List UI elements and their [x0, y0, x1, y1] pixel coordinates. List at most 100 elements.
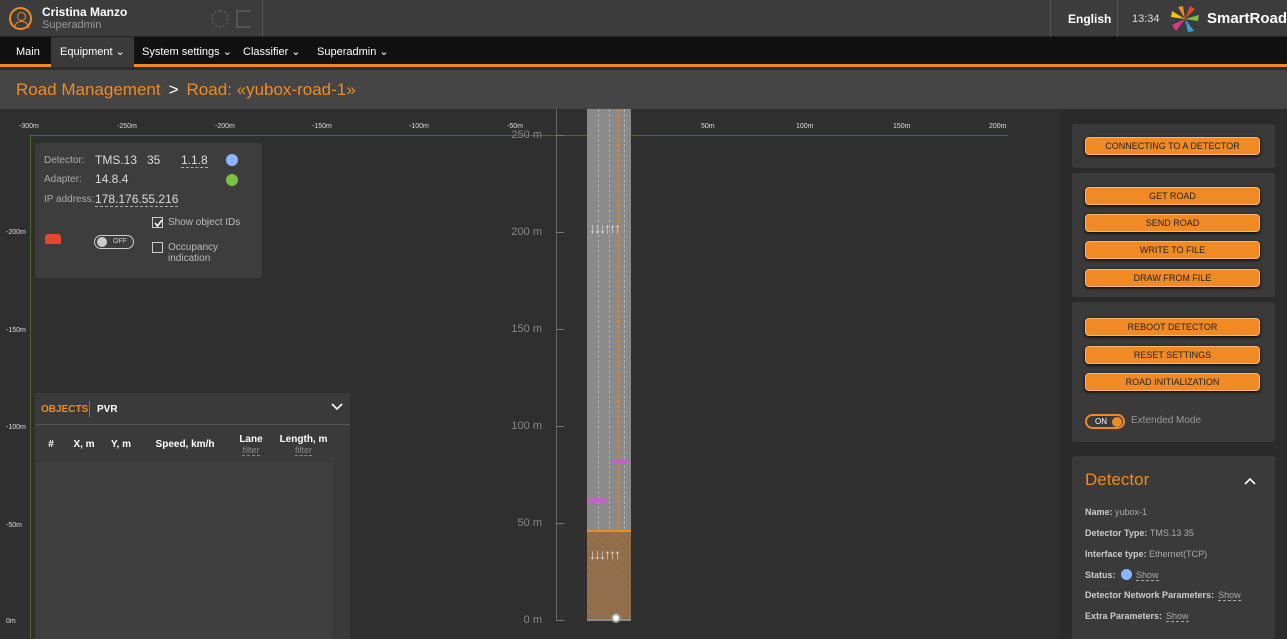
col-index[interactable]: #: [35, 427, 67, 462]
menu-superadmin[interactable]: Superadmin ⌄: [308, 37, 398, 67]
brand-logo-icon: [1171, 6, 1199, 32]
col-length-label: Length, m: [279, 433, 328, 445]
menu-classifier[interactable]: Classifier ⌄: [234, 37, 310, 67]
y-tick: 0m: [6, 618, 16, 625]
status-row: Status: Show: [1085, 569, 1159, 581]
send-road-button[interactable]: SEND ROAD: [1085, 214, 1260, 232]
road-tick: 250 m: [511, 129, 542, 141]
status-show-link[interactable]: Show: [1136, 570, 1159, 581]
detector-status-dot: [226, 154, 238, 166]
tab-pvr[interactable]: PVR: [97, 404, 118, 415]
extra-show-link[interactable]: Show: [1166, 611, 1189, 622]
detector-title: Detector: [1085, 470, 1150, 489]
netparams-show-link[interactable]: Show: [1218, 590, 1241, 601]
col-lane[interactable]: Lane filter: [229, 427, 273, 462]
y-tick: -100m: [6, 424, 26, 431]
x-tick: 100m: [796, 123, 814, 130]
reboot-detector-button[interactable]: REBOOT DETECTOR: [1085, 318, 1260, 336]
detector-info-panel: Detector: TMS.13 35 1.1.8 Adapter: 14.8.…: [35, 143, 262, 278]
road-tick: 100 m: [511, 420, 542, 432]
detector-model: TMS.13: [95, 153, 138, 167]
car-icon: [45, 234, 61, 244]
lane-direction-arrows-icon: ↓↓↓↑↑↑: [589, 220, 621, 236]
detector-version[interactable]: 1.1.8: [181, 153, 208, 168]
road-tick-mark: [556, 329, 564, 330]
divider: [1050, 0, 1051, 37]
breadcrumb-separator: >: [168, 80, 179, 99]
write-to-file-button[interactable]: WRITE TO FILE: [1085, 241, 1260, 259]
road-tick-mark: [556, 620, 564, 621]
extra-label: Extra Parameters:: [1085, 611, 1163, 621]
tab-objects[interactable]: OBJECTS: [41, 404, 88, 415]
detector-icon[interactable]: [611, 613, 621, 623]
lane-direction-arrows-icon: ↓↓↓↑↑↑: [589, 546, 621, 562]
adapter-version: 14.8.4: [95, 172, 129, 186]
chevron-down-icon[interactable]: [331, 403, 343, 411]
menu-main[interactable]: Main: [7, 37, 49, 67]
reset-settings-button[interactable]: RESET SETTINGS: [1085, 346, 1260, 364]
breadcrumb-current: Road: «yubox-road-1»: [186, 80, 356, 99]
gear-icon[interactable]: [211, 10, 229, 28]
detection-zone[interactable]: [587, 530, 631, 619]
extended-mode-toggle[interactable]: ON: [1085, 414, 1125, 429]
x-tick: -100m: [409, 123, 429, 130]
occupancy-label: Occupancy indication: [168, 242, 219, 264]
extended-mode-label: Extended Mode: [1131, 415, 1202, 426]
detector-name: yubox-1: [1115, 507, 1148, 517]
lane-divider: [609, 109, 610, 529]
draw-from-file-button[interactable]: DRAW FROM FILE: [1085, 269, 1260, 287]
ids-toggle[interactable]: OFF: [94, 235, 134, 249]
col-x[interactable]: X, m: [68, 427, 100, 462]
lane-divider: [624, 109, 625, 529]
detector-name-row: Name: yubox-1: [1085, 507, 1147, 517]
vehicle-marker[interactable]: [611, 459, 629, 464]
y-tick: -200m: [6, 229, 26, 236]
col-speed[interactable]: Speed, km/h: [142, 427, 228, 462]
col-lane-label: Lane: [239, 433, 263, 445]
breadcrumb-root[interactable]: Road Management: [16, 80, 161, 99]
menu-equipment[interactable]: Equipment ⌄: [51, 37, 134, 67]
connect-button[interactable]: CONNECTING TO A DETECTOR: [1085, 137, 1260, 155]
ip-address[interactable]: 178.176.55.216: [95, 192, 179, 207]
divider: [262, 0, 263, 37]
x-tick: -200m: [215, 123, 235, 130]
road-tick: 0 m: [523, 614, 542, 626]
breadcrumb: Road Management > Road: «yubox-road-1»: [16, 80, 356, 100]
occupancy-checkbox[interactable]: [152, 242, 163, 253]
col-y[interactable]: Y, m: [101, 427, 141, 462]
get-road-button[interactable]: GET ROAD: [1085, 187, 1260, 205]
x-tick: 50m: [701, 123, 715, 130]
show-ids-checkbox[interactable]: [152, 217, 163, 228]
x-tick: -300m: [19, 123, 39, 130]
x-tick: -250m: [117, 123, 137, 130]
road-tick: 200 m: [511, 226, 542, 238]
language-selector[interactable]: English: [1068, 12, 1111, 26]
top-bar: Cristina Manzo Superadmin English 13:34 …: [0, 0, 1287, 37]
ip-label: IP address:: [44, 194, 95, 205]
network-params-row: Detector Network Parameters: Show: [1085, 590, 1241, 601]
menu-system-settings[interactable]: System settings ⌄: [133, 37, 241, 67]
x-tick: 200m: [989, 123, 1007, 130]
detector-type-row: Detector Type: TMS.13 35: [1085, 528, 1194, 538]
road-tick-mark: [556, 232, 564, 233]
chevron-up-icon[interactable]: [1244, 477, 1256, 485]
vehicle-marker[interactable]: [588, 498, 606, 503]
status-label: Status:: [1085, 570, 1116, 580]
col-length[interactable]: Length, m filter: [274, 427, 333, 462]
lane-filter[interactable]: filter: [242, 445, 260, 456]
y-axis-line: [30, 135, 31, 639]
road-initialization-button[interactable]: ROAD INITIALIZATION: [1085, 373, 1260, 391]
type-label: Detector Type:: [1085, 528, 1148, 538]
extra-params-row: Extra Parameters: Show: [1085, 611, 1189, 622]
user-name: Cristina Manzo: [42, 5, 128, 19]
interface-type: Ethernet(TCP): [1149, 549, 1208, 559]
x-tick: -150m: [312, 123, 332, 130]
logout-icon[interactable]: [236, 10, 251, 28]
avatar-icon[interactable]: [9, 7, 32, 30]
brand-name: SmartRoad: [1207, 10, 1287, 27]
detector-number: 35: [147, 153, 161, 167]
y-tick: -150m: [6, 327, 26, 334]
length-filter[interactable]: filter: [294, 445, 312, 456]
iface-label: Interface type:: [1085, 549, 1147, 559]
road-tick-mark: [556, 426, 564, 427]
